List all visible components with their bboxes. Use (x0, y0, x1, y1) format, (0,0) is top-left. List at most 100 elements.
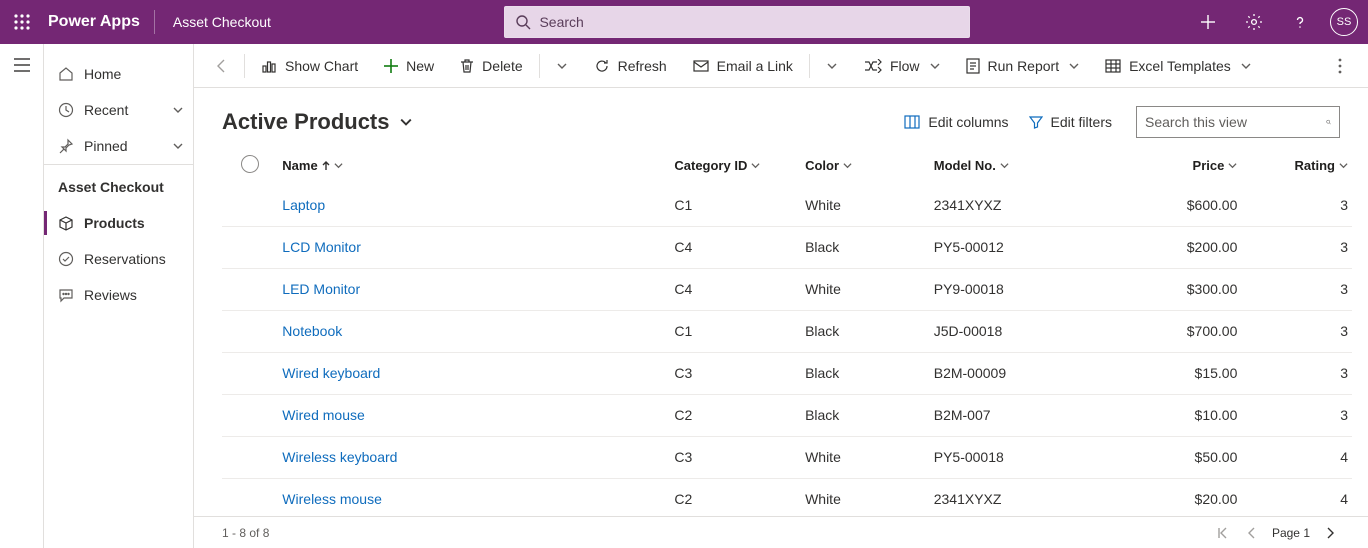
global-search[interactable] (504, 6, 970, 38)
cell-price: $600.00 (1121, 184, 1242, 226)
row-select[interactable] (222, 184, 278, 226)
page-first[interactable] (1212, 523, 1232, 543)
cmd-flow[interactable]: Flow (852, 44, 952, 88)
cell-rating: 4 (1241, 478, 1352, 516)
cell-color: White (801, 478, 930, 516)
view-search[interactable] (1136, 106, 1340, 138)
chevron-down-icon (400, 116, 412, 128)
cmd-delete-split[interactable] (544, 44, 580, 88)
table-row[interactable]: Wired mouseC2BlackB2M-007$10.003 (222, 394, 1352, 436)
cell-rating: 3 (1241, 226, 1352, 268)
cmd-new[interactable]: New (372, 44, 446, 88)
cell-rating: 4 (1241, 436, 1352, 478)
row-select[interactable] (222, 268, 278, 310)
edit-columns-button[interactable]: Edit columns (894, 106, 1018, 138)
product-link[interactable]: Notebook (282, 323, 342, 339)
table-row[interactable]: Wired keyboardC3BlackB2M-00009$15.003 (222, 352, 1352, 394)
chevron-down-icon (827, 61, 837, 71)
cmd-show-chart[interactable]: Show Chart (249, 44, 370, 88)
table-row[interactable]: LED MonitorC4WhitePY9-00018$300.003 (222, 268, 1352, 310)
app-launcher-button[interactable] (0, 0, 44, 44)
row-select[interactable] (222, 394, 278, 436)
chevron-down-icon (173, 141, 183, 151)
help-button[interactable] (1278, 0, 1322, 44)
search-icon (515, 14, 531, 30)
col-color[interactable]: Color (801, 148, 930, 184)
cell-category: C3 (670, 352, 801, 394)
view-search-input[interactable] (1145, 114, 1326, 130)
col-price[interactable]: Price (1121, 148, 1242, 184)
home-icon (58, 66, 74, 82)
view-selector[interactable]: Active Products (222, 109, 412, 135)
product-link[interactable]: LED Monitor (282, 281, 360, 297)
waffle-icon (14, 14, 30, 30)
col-model[interactable]: Model No. (930, 148, 1121, 184)
cmd-delete[interactable]: Delete (448, 44, 534, 88)
nav-toggle-button[interactable] (14, 58, 30, 548)
cmd-email-split[interactable] (814, 44, 850, 88)
filter-icon (1029, 115, 1043, 129)
table-row[interactable]: LaptopC1White2341XYXZ$600.003 (222, 184, 1352, 226)
nav-pinned[interactable]: Pinned (44, 128, 193, 164)
cell-category: C4 (670, 268, 801, 310)
clock-icon (58, 102, 74, 118)
row-select[interactable] (222, 436, 278, 478)
nav-products-label: Products (84, 215, 145, 231)
nav-home[interactable]: Home (44, 56, 193, 92)
search-icon (1326, 115, 1331, 129)
user-avatar[interactable]: SS (1330, 8, 1358, 36)
page-next-icon (1324, 527, 1336, 539)
cell-model: PY9-00018 (930, 268, 1121, 310)
settings-button[interactable] (1232, 0, 1276, 44)
row-select[interactable] (222, 352, 278, 394)
app-name[interactable]: Asset Checkout (155, 14, 289, 30)
table-row[interactable]: NotebookC1BlackJ5D-00018$700.003 (222, 310, 1352, 352)
table-row[interactable]: Wireless mouseC2White2341XYXZ$20.004 (222, 478, 1352, 516)
col-name[interactable]: Name (278, 148, 670, 184)
product-link[interactable]: Wired keyboard (282, 365, 380, 381)
cell-price: $15.00 (1121, 352, 1242, 394)
col-category[interactable]: Category ID (670, 148, 801, 184)
select-all-header[interactable] (222, 148, 278, 184)
cell-color: Black (801, 226, 930, 268)
package-icon (58, 215, 74, 231)
row-select[interactable] (222, 310, 278, 352)
chevron-down-icon (1000, 161, 1009, 170)
page-next[interactable] (1320, 523, 1340, 543)
table-row[interactable]: Wireless keyboardC3WhitePY5-00018$50.004 (222, 436, 1352, 478)
cmd-refresh[interactable]: Refresh (582, 44, 679, 88)
cmd-excel-templates[interactable]: Excel Templates (1093, 44, 1263, 88)
nav-reviews[interactable]: Reviews (44, 277, 193, 313)
product-link[interactable]: LCD Monitor (282, 239, 361, 255)
page-prev[interactable] (1242, 523, 1262, 543)
products-table: Name Category ID Color Model No. Price R… (222, 148, 1352, 516)
nav-products[interactable]: Products (44, 205, 193, 241)
product-link[interactable]: Wireless keyboard (282, 449, 397, 465)
report-icon (966, 58, 980, 74)
back-button[interactable] (204, 44, 240, 88)
add-button[interactable] (1186, 0, 1230, 44)
col-rating[interactable]: Rating (1241, 148, 1352, 184)
cell-rating: 3 (1241, 184, 1352, 226)
cmd-email-link[interactable]: Email a Link (681, 44, 805, 88)
cmd-run-report[interactable]: Run Report (954, 44, 1092, 88)
global-search-input[interactable] (539, 14, 959, 30)
cell-color: White (801, 268, 930, 310)
table-row[interactable]: LCD MonitorC4BlackPY5-00012$200.003 (222, 226, 1352, 268)
nav-reviews-label: Reviews (84, 287, 137, 303)
chat-icon (58, 287, 74, 303)
avatar-initials: SS (1337, 16, 1352, 28)
cmd-overflow[interactable] (1322, 44, 1358, 88)
hamburger-icon (14, 58, 30, 72)
product-link[interactable]: Wireless mouse (282, 491, 382, 507)
nav-reservations[interactable]: Reservations (44, 241, 193, 277)
cell-model: B2M-00009 (930, 352, 1121, 394)
product-link[interactable]: Wired mouse (282, 407, 364, 423)
product-link[interactable]: Laptop (282, 197, 325, 213)
edit-filters-button[interactable]: Edit filters (1019, 106, 1122, 138)
nav-recent[interactable]: Recent (44, 92, 193, 128)
command-bar: Show Chart New Delete Refresh Email a Li… (194, 44, 1368, 88)
row-select[interactable] (222, 478, 278, 516)
row-select[interactable] (222, 226, 278, 268)
brand-label[interactable]: Power Apps (44, 13, 154, 31)
